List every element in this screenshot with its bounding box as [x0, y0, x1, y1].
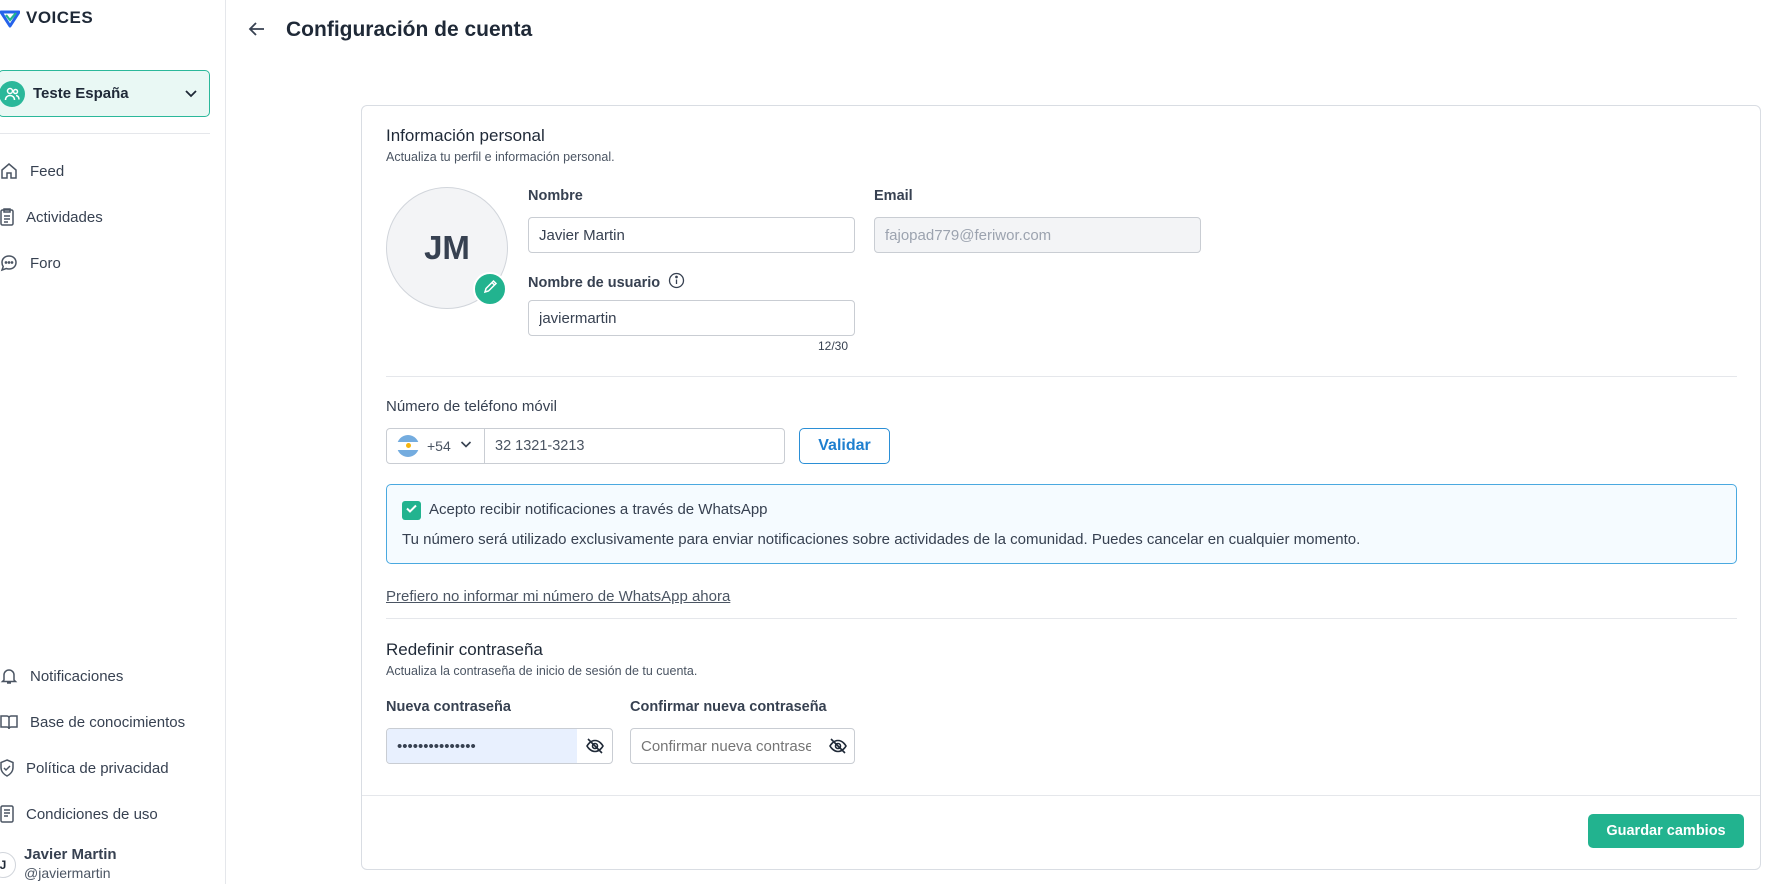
new-password-group	[386, 728, 613, 764]
password-title: Redefinir contraseña	[386, 640, 543, 659]
phone-label: Número de teléfono móvil	[386, 398, 557, 415]
sidebar-divider	[0, 133, 210, 134]
eye-off-icon[interactable]	[821, 729, 854, 763]
confirm-password-input[interactable]	[631, 729, 821, 763]
sidebar-item-label: Política de privacidad	[26, 759, 169, 777]
user-info: Javier Martin @javiermartin	[24, 846, 117, 881]
username-input[interactable]	[528, 300, 855, 336]
username-label-row: Nombre de usuario	[528, 272, 685, 293]
email-label: Email	[874, 188, 913, 204]
validate-phone-button[interactable]: Validar	[799, 428, 890, 464]
sidebar-item-feed[interactable]: Feed	[0, 159, 64, 183]
user-name: Javier Martin	[24, 846, 117, 863]
user-profile[interactable]: J Javier Martin @javiermartin	[0, 846, 117, 881]
brand-logo[interactable]: VOICES	[0, 8, 93, 28]
whatsapp-consent-label[interactable]: Acepto recibir notificaciones a través d…	[429, 501, 768, 518]
workspace-name: Teste España	[33, 85, 129, 102]
country-code-select[interactable]: +54	[387, 429, 485, 463]
confirm-password-group	[630, 728, 855, 764]
check-icon	[405, 502, 418, 520]
sidebar-item-label: Foro	[30, 254, 61, 272]
shield-check-icon	[0, 759, 14, 777]
new-password-label: Nueva contraseña	[386, 699, 511, 715]
sidebar-item-label: Base de conocimientos	[30, 713, 186, 731]
personal-info-subtitle: Actualiza tu perfil e información person…	[386, 150, 615, 164]
sidebar-item-notificaciones[interactable]: Notificaciones	[0, 664, 123, 688]
section-divider	[386, 376, 1737, 377]
bell-icon	[0, 667, 18, 685]
brand-name: VOICES	[26, 8, 94, 27]
sidebar-item-label: Condiciones de uso	[26, 805, 158, 823]
section-divider	[386, 618, 1737, 619]
account-settings-card: Información personal Actualiza tu perfil…	[361, 105, 1761, 870]
personal-info-title: Información personal	[386, 126, 545, 145]
info-icon[interactable]	[668, 272, 685, 293]
confirm-password-label: Confirmar nueva contraseña	[630, 699, 827, 715]
save-changes-button[interactable]: Guardar cambios	[1588, 814, 1744, 848]
home-icon	[0, 162, 18, 180]
footer-divider	[362, 795, 1760, 796]
new-password-input[interactable]	[387, 729, 577, 763]
password-subtitle: Actualiza la contraseña de inicio de ses…	[386, 664, 698, 678]
sidebar: VOICES Teste España Feed Actividades For…	[0, 0, 226, 884]
sidebar-item-privacidad[interactable]: Política de privacidad	[0, 756, 169, 780]
chat-icon	[0, 254, 18, 272]
eye-off-icon[interactable]	[577, 729, 612, 763]
sidebar-item-label: Feed	[30, 162, 65, 180]
book-icon	[0, 713, 18, 731]
sidebar-item-actividades[interactable]: Actividades	[0, 205, 103, 229]
sidebar-item-label: Actividades	[26, 208, 103, 226]
sidebar-item-foro[interactable]: Foro	[0, 251, 61, 275]
dial-code: +54	[427, 438, 451, 454]
username-char-counter: 12/30	[818, 339, 849, 353]
argentina-flag-icon	[397, 435, 419, 457]
user-handle: @javiermartin	[24, 865, 111, 881]
phone-input-group: +54	[386, 428, 785, 464]
page-title: Configuración de cuenta	[286, 18, 533, 41]
phone-number-input[interactable]	[485, 429, 784, 463]
edit-avatar-button[interactable]	[473, 272, 507, 306]
skip-whatsapp-link[interactable]: Prefiero no informar mi número de WhatsA…	[386, 588, 730, 605]
sidebar-item-label: Notificaciones	[30, 667, 124, 685]
arrow-left-icon	[248, 20, 266, 43]
sidebar-item-condiciones[interactable]: Condiciones de uso	[0, 802, 158, 826]
chevron-down-icon	[183, 85, 199, 106]
voices-logo-icon	[0, 8, 20, 28]
sidebar-item-base-conocimientos[interactable]: Base de conocimientos	[0, 710, 185, 734]
users-icon	[0, 80, 25, 107]
email-input	[874, 217, 1201, 253]
document-icon	[0, 805, 14, 823]
avatar: J	[0, 852, 16, 878]
pencil-icon	[483, 279, 498, 299]
username-label: Nombre de usuario	[528, 274, 661, 291]
whatsapp-consent-note: Tu número será utilizado exclusivamente …	[402, 531, 1361, 548]
workspace-selector[interactable]: Teste España	[0, 70, 210, 117]
chevron-down-icon	[459, 437, 473, 456]
name-input[interactable]	[528, 217, 855, 253]
clipboard-icon	[0, 208, 14, 226]
whatsapp-consent-checkbox[interactable]	[402, 501, 421, 520]
name-label: Nombre	[528, 188, 583, 204]
whatsapp-consent-box: Acepto recibir notificaciones a través d…	[386, 484, 1737, 564]
back-button[interactable]	[246, 20, 268, 42]
